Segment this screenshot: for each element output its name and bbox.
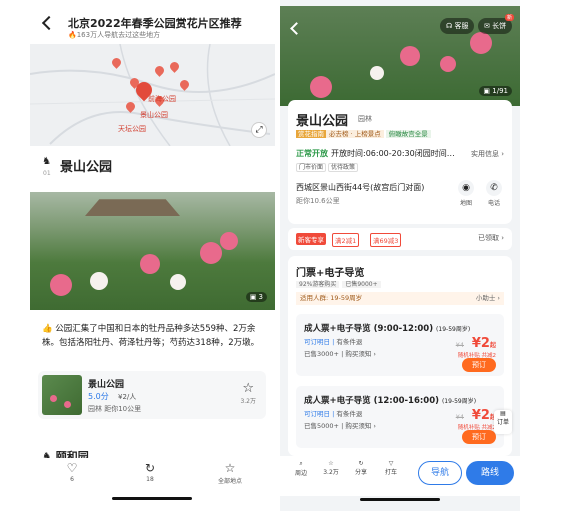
feature-tag: 俯瞰故宫全景 — [385, 130, 431, 138]
place-type: 园林 — [358, 115, 372, 123]
customer-service-button[interactable]: ☊ 客服 — [440, 18, 475, 34]
park-photo[interactable]: ▣ 3 — [30, 192, 275, 310]
coupon-1: 满2减1 — [332, 233, 360, 247]
place-name: 景山公园 — [88, 380, 125, 390]
photo-count: ▣ 3 — [245, 292, 267, 302]
bottom-bar: ⌕ 周边 ☆ 3.2万 ↻ 分享 ▽ 打车 导航 路线 — [280, 456, 520, 496]
order-button[interactable]: ▤ 订单 — [494, 410, 512, 434]
place-thumbnail — [42, 375, 82, 415]
ticket-item[interactable]: 成人票+电子导览 (12:00-16:00) (19-59周岁) 可订明日 | … — [296, 386, 504, 448]
tickets-title: 门票+电子导览 — [296, 268, 365, 279]
taxi-button[interactable]: ▽ 打车 — [378, 460, 404, 476]
distance: 距你10.6公里 — [296, 197, 340, 205]
address[interactable]: 西城区景山西街44号(故宫后门对面) — [296, 182, 424, 193]
all-places-button[interactable]: ☆ 全部地点 — [210, 460, 250, 485]
header: 北京2022年春季公园赏花片区推荐 🔥163万人导航去过这些地方 — [30, 12, 275, 42]
like-button[interactable]: ♡ 6 — [52, 460, 92, 483]
place-meta: 园林 距你10公里 — [88, 405, 142, 413]
pavilion — [85, 199, 180, 216]
section-icon: ♞ — [42, 156, 51, 167]
sub-tags: 门市价面 优待政策 — [296, 162, 360, 172]
book-button[interactable]: 预订 — [462, 430, 496, 444]
tickets-card: 门票+电子导览 92%游客购买 已售9000+ 适用人群: 19-59周岁 小助士 … — [288, 256, 512, 456]
ticket-item[interactable]: 成人票+电子导览 (9:00-12:00) (19-59周岁) 可订明日 | 有… — [296, 314, 504, 376]
coupon-2: 满69减3 — [370, 233, 402, 247]
navigate-button[interactable]: 导航 — [418, 461, 462, 485]
practical-info-link[interactable]: 实用信息 › — [471, 149, 504, 159]
map[interactable]: 前海公园 景山公园 天坛公园 ⤢ — [30, 44, 275, 146]
phone-label: 电话 — [488, 200, 501, 207]
coupon-status: 已领取 › — [477, 234, 504, 242]
ticket-flags: 可订明日 | 有条件退 — [304, 410, 363, 418]
map-icon[interactable]: ◉ — [458, 180, 474, 196]
ticket-name: 成人票+电子导览 (9:00-12:00) (19-59周岁) — [304, 324, 471, 334]
expand-map-icon[interactable]: ⤢ — [251, 122, 267, 138]
ticket-price: ¥2起 — [471, 408, 496, 423]
hero-photo[interactable]: ☊ 客服 ✉ 长饼 新 ▣ 1/91 — [280, 6, 520, 106]
place-price: ¥2/人 — [118, 393, 137, 401]
park-description: 👍 公园汇集了中国和日本的牡丹品种多达559种、2万余株。包括洛阳牡丹、荷泽牡丹… — [42, 324, 260, 348]
book-button[interactable]: 预订 — [462, 358, 496, 372]
home-indicator — [360, 498, 440, 501]
phone-icon[interactable]: ✆ — [486, 180, 502, 196]
map-label: 地图 — [460, 200, 473, 207]
ticket-flags: 可订明日 | 有条件退 — [304, 338, 363, 346]
map-label: 天坛公园 — [118, 125, 146, 133]
back-icon[interactable] — [290, 22, 303, 35]
thumbs-up-icon: 👍 — [42, 324, 56, 334]
back-icon[interactable] — [41, 15, 57, 31]
share-icon: ↻ — [144, 461, 156, 475]
ticket-sold: 已售5000+ | 购买须知 › — [304, 422, 376, 430]
bottom-bar: ♡ 6 ↻ 18 ☆ 全部地点 — [30, 458, 275, 492]
left-screen: 北京2022年春季公园赏花片区推荐 🔥163万人导航去过这些地方 前海公园 景山… — [30, 0, 275, 511]
heart-icon: ♡ — [66, 461, 78, 475]
place-name: 景山公园 — [296, 114, 349, 129]
star-icon: ☆ — [328, 460, 334, 467]
share-button[interactable]: ↻ 18 — [130, 460, 170, 483]
home-indicator — [112, 497, 192, 500]
map-label: 前海公园 — [148, 95, 176, 103]
star-icon: ☆ — [242, 381, 255, 396]
section-number: 01 — [43, 170, 51, 177]
nearby-button[interactable]: ⌕ 周边 — [288, 460, 314, 477]
photo-count: ▣ 1/91 — [479, 86, 512, 96]
place-card[interactable]: 景山公园 5.0分 ¥2/人 园林 距你10公里 ☆ 3.2万 — [38, 371, 266, 419]
share-icon: ↻ — [358, 460, 364, 467]
coupon-bar[interactable]: 新客专享 满2减1 满69减3 已领取 › — [288, 228, 512, 250]
place-score: 5.0分 — [88, 392, 109, 401]
ticket-price: ¥2起 — [471, 336, 496, 351]
page-subtitle: 🔥163万人导航去过这些地方 — [68, 31, 161, 39]
search-icon: ⌕ — [299, 460, 303, 467]
coupon-new-user: 新客专享 — [296, 233, 326, 245]
section-title: 景山公园 — [60, 160, 113, 175]
favorite-button[interactable]: ☆ 3.2万 — [240, 381, 256, 405]
original-price: ¥4 — [455, 413, 464, 421]
order-icon: ▤ — [500, 410, 506, 417]
route-button[interactable]: 路线 — [466, 461, 514, 485]
rank-tags[interactable]: 赏花指南 必去榜 · 上榜景点 俯瞰故宫全景 — [296, 128, 431, 140]
map-label: 景山公园 — [140, 111, 168, 119]
opening-hours: 正常开放 开放时间:06:00-20:30闭园时间… — [296, 149, 455, 158]
taxi-icon: ▽ — [388, 460, 394, 467]
section-header: ♞ 01 景山公园 — [30, 154, 275, 180]
message-icon: ✉ — [484, 22, 493, 30]
page-title: 北京2022年春季公园赏花片区推荐 — [68, 17, 242, 30]
place-info-card: 景山公园 园林 赏花指南 必去榜 · 上榜景点 俯瞰故宫全景 正常开放 开放时间:06… — [288, 100, 512, 224]
star-icon: ☆ — [224, 461, 236, 475]
fire-icon: 🔥 — [68, 31, 77, 39]
right-screen: ☊ 客服 ✉ 长饼 新 ▣ 1/91 景山公园 园林 赏花指南 必去榜 · 上榜景… — [280, 0, 520, 511]
rank-badge: 赏花指南 — [296, 130, 326, 138]
share-button[interactable]: ↻ 分享 — [348, 460, 374, 476]
assistant-link[interactable]: 小助士 › — [476, 292, 500, 305]
ticket-sold: 已售3000+ | 购买须知 › — [304, 350, 376, 358]
audience-bar[interactable]: 适用人群: 19-59周岁 小助士 › — [296, 292, 504, 305]
rank-list: 必去榜 · 上榜景点 — [326, 130, 384, 138]
favorite-button[interactable]: ☆ 3.2万 — [318, 460, 344, 476]
new-badge: 新 — [504, 14, 514, 21]
original-price: ¥4 — [455, 341, 464, 349]
tickets-stats: 92%游客购买 已售9000+ — [296, 279, 384, 288]
ticket-name: 成人票+电子导览 (12:00-16:00) (19-59周岁) — [304, 396, 477, 406]
